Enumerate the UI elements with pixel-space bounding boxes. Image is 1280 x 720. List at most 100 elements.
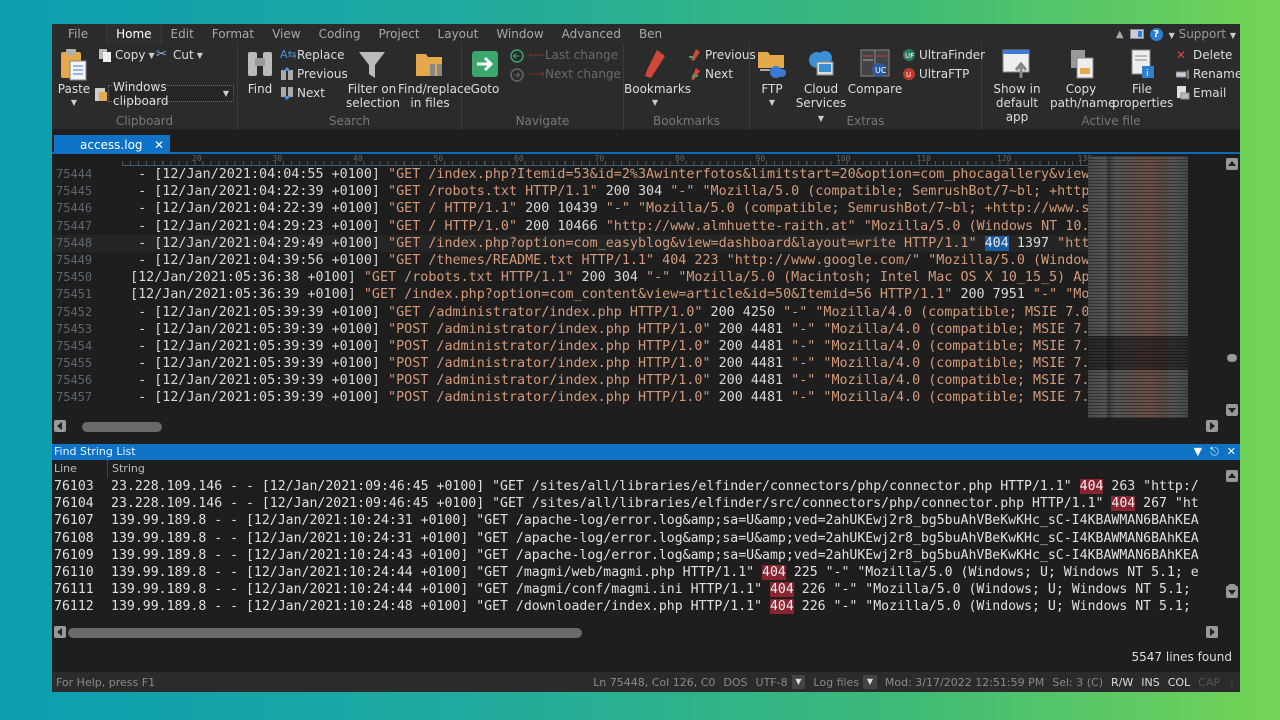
file-properties-button[interactable]: i File properties [1112, 48, 1173, 110]
find-list-horizontal-scrollbar[interactable] [52, 626, 1224, 640]
resize-grip-icon[interactable]: ⋮ [1224, 678, 1240, 687]
editor-line[interactable]: 75450 [12/Jan/2021:05:36:38 +0100] "GET … [52, 269, 1088, 286]
status-line-ending[interactable]: DOS [719, 676, 751, 689]
find-result-row[interactable]: 76112 139.99.189.8 - - [12/Jan/2021:10:24… [52, 598, 1224, 615]
menu-edit[interactable]: Edit [162, 24, 203, 44]
editor-line[interactable]: 75447 - [12/Jan/2021:04:29:23 +0100] "GE… [52, 218, 1088, 235]
last-change-button[interactable]: ⟵ Last change [528, 48, 618, 62]
cut-button[interactable]: ✂ Cut ▼ [156, 48, 203, 63]
editor-horizontal-scrollbar[interactable] [52, 420, 1224, 434]
status-syntax[interactable]: Log files [809, 676, 863, 689]
next-change-button[interactable]: ⟶ Next change [528, 67, 621, 81]
menu-file[interactable]: File [52, 24, 106, 44]
scroll-down-icon[interactable] [1226, 404, 1238, 416]
copy-path-name-button[interactable]: Copy path/name [1050, 48, 1115, 110]
find-result-row[interactable]: 76108 139.99.189.8 - - [12/Jan/2021:10:24… [52, 530, 1224, 547]
bookmark-previous-button[interactable]: Previous [688, 48, 756, 62]
ultraftp-button[interactable]: U UltraFTP [902, 67, 969, 81]
close-tab-icon[interactable]: ✕ [154, 138, 164, 152]
find-next-button[interactable]: Next [280, 86, 325, 100]
editor-line[interactable]: 75446 - [12/Jan/2021:04:22:39 +0100] "GE… [52, 200, 1088, 217]
panel-menu-icon[interactable]: ▼ [1194, 444, 1202, 460]
rename-file-button[interactable]: Rename [1175, 67, 1240, 81]
forward-circle-icon[interactable] [510, 68, 524, 82]
scroll-up-icon[interactable] [1226, 470, 1238, 482]
clipboard-select[interactable]: Windows clipboard ▼ [108, 80, 234, 108]
menu-advanced[interactable]: Advanced [553, 24, 630, 44]
editor-line[interactable]: 75444 - [12/Jan/2021:04:04:55 +0100] "GE… [52, 166, 1088, 183]
find-replace-in-files-button[interactable]: Find/replace in files [398, 48, 471, 110]
menu-view[interactable]: View [263, 24, 309, 44]
menu-layout[interactable]: Layout [429, 24, 488, 44]
copy-button[interactable]: Copy ▼ [98, 48, 155, 62]
minimap[interactable] [1088, 156, 1188, 418]
editor-line[interactable]: 75457 - [12/Jan/2021:05:39:39 +0100] "PO… [52, 389, 1088, 406]
help-icon[interactable]: ? [1149, 27, 1163, 41]
editor-pane[interactable]: 20 30 40 50 60 70 80 90 100 110 120 130 75444 - [12… [52, 154, 1240, 438]
find-button[interactable]: Find [244, 48, 276, 96]
editor-line[interactable]: 75449 - [12/Jan/2021:04:39:56 +0100] "GE… [52, 252, 1088, 269]
replace-button[interactable]: A⇆ Replace [280, 48, 344, 62]
support-menu[interactable]: ▼ Support ▼ [1169, 27, 1236, 41]
scroll-right-icon[interactable] [1206, 626, 1218, 638]
editor-line[interactable]: 75445 - [12/Jan/2021:04:22:39 +0100] "GE… [52, 183, 1088, 200]
menu-format[interactable]: Format [203, 24, 263, 44]
find-result-row[interactable]: 76104 23.228.109.146 - - [12/Jan/2021:09:… [52, 495, 1224, 512]
menu-coding[interactable]: Coding [310, 24, 370, 44]
syntax-dropdown-icon[interactable]: ▼ [863, 675, 877, 689]
paste-button[interactable]: Paste ▼ [56, 48, 92, 110]
pin-icon[interactable]: ⎋ [1210, 444, 1219, 460]
editor-line[interactable]: 75456 - [12/Jan/2021:05:39:39 +0100] "PO… [52, 372, 1088, 389]
editor-line[interactable]: 75448 - [12/Jan/2021:04:29:49 +0100] "GE… [52, 234, 1088, 252]
find-list-hscroll-thumb[interactable] [68, 628, 582, 638]
menu-project[interactable]: Project [369, 24, 428, 44]
show-in-default-app-button[interactable]: Show in default app [984, 48, 1050, 124]
bookmarks-button[interactable]: Bookmarks ▼ [624, 48, 691, 110]
minimap-viewport[interactable] [1088, 336, 1188, 370]
scroll-up-icon[interactable] [1226, 158, 1238, 170]
delete-file-button[interactable]: ✕ Delete [1176, 48, 1232, 62]
menu-ben[interactable]: Ben [630, 24, 671, 44]
editor-line[interactable]: 75455 - [12/Jan/2021:05:39:39 +0100] "PO… [52, 355, 1088, 372]
menu-window[interactable]: Window [487, 24, 552, 44]
editor-vertical-scrollbar[interactable] [1224, 156, 1240, 418]
editor-line[interactable]: 75454 - [12/Jan/2021:05:39:39 +0100] "PO… [52, 338, 1088, 355]
column-header-line[interactable]: Line [52, 460, 108, 478]
encoding-dropdown-icon[interactable]: ▼ [791, 675, 806, 689]
scroll-left-icon[interactable] [54, 626, 66, 638]
back-circle-icon[interactable] [510, 49, 524, 63]
close-panel-icon[interactable]: ✕ [1227, 444, 1236, 460]
goto-button[interactable]: Goto [468, 48, 502, 96]
editor-line[interactable]: 75453 - [12/Jan/2021:05:39:39 +0100] "PO… [52, 321, 1088, 338]
scroll-down-icon[interactable] [1226, 586, 1238, 598]
menu-home[interactable]: Home [106, 24, 162, 44]
email-file-button[interactable]: Email [1176, 86, 1226, 100]
editor-line[interactable]: 75451 [12/Jan/2021:05:36:39 +0100] "GET … [52, 286, 1088, 303]
editor-hscroll-thumb[interactable] [82, 422, 162, 432]
find-result-row[interactable]: 76111 139.99.189.8 - - [12/Jan/2021:10:24… [52, 581, 1224, 598]
status-cursor-position[interactable]: Ln 75448, Col 126, C0 [589, 676, 719, 689]
find-result-row[interactable]: 76110 139.99.189.8 - - [12/Jan/2021:10:24… [52, 564, 1224, 581]
find-result-row[interactable]: 76109 139.99.189.8 - - [12/Jan/2021:10:24… [52, 547, 1224, 564]
find-result-row[interactable]: 76103 23.228.109.146 - - [12/Jan/2021:09:… [52, 478, 1224, 495]
status-col[interactable]: COL [1164, 676, 1194, 689]
ultrafinder-button[interactable]: UF UltraFinder [902, 48, 985, 62]
scroll-right-icon[interactable] [1206, 420, 1218, 432]
column-header-string[interactable]: String [108, 460, 145, 478]
compare-button[interactable]: UC Compare [846, 48, 904, 96]
editor-vscroll-thumb[interactable] [1227, 354, 1237, 362]
collapse-ribbon-icon[interactable]: ▲ [1116, 29, 1124, 40]
status-encoding[interactable]: UTF-8 [752, 676, 792, 689]
editor-line[interactable]: 75452 - [12/Jan/2021:05:39:39 +0100] "GE… [52, 304, 1088, 321]
status-rw[interactable]: R/W [1107, 676, 1137, 689]
layout-icon[interactable] [1129, 29, 1144, 39]
ftp-button[interactable]: FTP ▼ [754, 48, 790, 110]
find-result-row[interactable]: 76107 139.99.189.8 - - [12/Jan/2021:10:24… [52, 512, 1224, 529]
status-ins[interactable]: INS [1137, 676, 1163, 689]
bookmark-next-button[interactable]: Next [688, 67, 733, 81]
find-previous-button[interactable]: Previous [280, 67, 348, 81]
tab-access-log[interactable]: access.log ✕ [54, 135, 170, 154]
find-list-vertical-scrollbar[interactable] [1224, 468, 1240, 600]
filter-on-selection-button[interactable]: Filter on selection [346, 48, 400, 110]
editor-lines[interactable]: 75444 - [12/Jan/2021:04:04:55 +0100] "GE… [52, 166, 1088, 407]
